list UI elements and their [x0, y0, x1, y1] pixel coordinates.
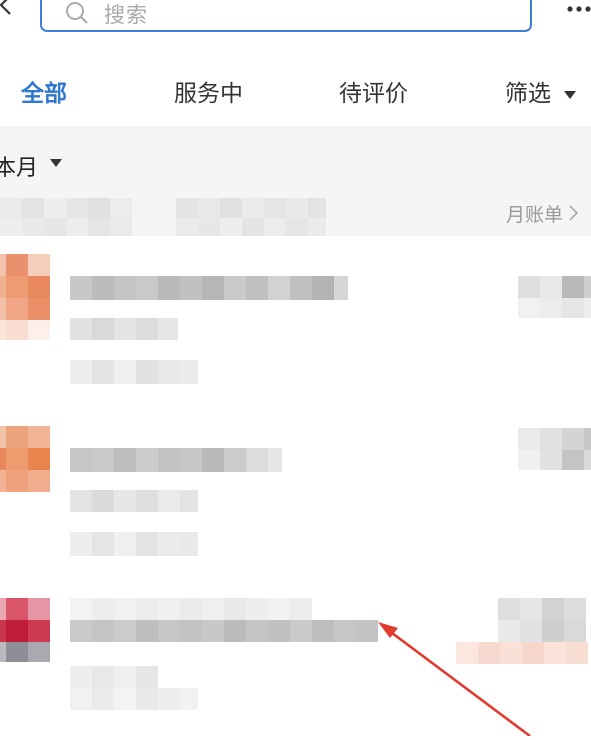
annotation-arrow-icon	[378, 622, 531, 736]
